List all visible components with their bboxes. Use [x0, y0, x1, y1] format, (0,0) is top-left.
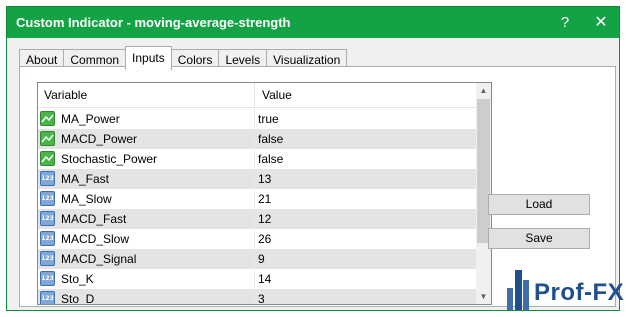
value-column-header[interactable]: Value — [262, 88, 292, 102]
variable-name: MACD_Power — [61, 132, 138, 146]
scroll-up-icon[interactable]: ▲ — [476, 83, 491, 98]
variable-value[interactable]: false — [258, 132, 283, 146]
integer-param-icon: 123 — [40, 271, 55, 286]
tab-strip: About Common Inputs Colors Levels Visualizati… — [19, 45, 348, 70]
boolean-param-icon — [40, 131, 55, 146]
variable-value[interactable]: 13 — [258, 172, 271, 186]
variable-value[interactable]: true — [258, 112, 279, 126]
table-row[interactable]: 123 MACD_Signal 9 — [38, 249, 476, 269]
variable-value[interactable]: 3 — [258, 292, 265, 304]
table-row[interactable]: 123 MACD_Fast 12 — [38, 209, 476, 229]
cell-divider — [254, 269, 255, 289]
inputs-list[interactable]: Variable Value MA_Power true MACD_Power fal… — [37, 82, 492, 305]
variable-name: Sto_D — [61, 292, 95, 305]
integer-param-icon: 123 — [40, 211, 55, 226]
cell-divider — [254, 209, 255, 229]
tab-inputs[interactable]: Inputs — [125, 46, 172, 70]
cell-divider — [254, 289, 255, 304]
integer-param-icon: 123 — [40, 171, 55, 186]
variable-value[interactable]: 14 — [258, 272, 271, 286]
cell-divider — [254, 189, 255, 209]
scroll-down-icon[interactable]: ▼ — [476, 289, 491, 304]
table-row[interactable]: MA_Power true — [38, 109, 476, 129]
table-row[interactable]: Stochastic_Power false — [38, 149, 476, 169]
integer-param-icon: 123 — [40, 291, 55, 304]
cell-divider — [254, 129, 255, 149]
variable-name: Sto_K — [61, 272, 94, 286]
table-row[interactable]: 123 MACD_Slow 26 — [38, 229, 476, 249]
boolean-param-icon — [40, 111, 55, 126]
variable-name: MACD_Signal — [61, 252, 137, 266]
cell-divider — [254, 229, 255, 249]
integer-param-icon: 123 — [40, 251, 55, 266]
list-rows: MA_Power true MACD_Power false Stochastic_Po… — [38, 109, 476, 305]
window-title: Custom Indicator - moving-average-streng… — [16, 15, 291, 30]
variable-value[interactable]: 9 — [258, 252, 265, 266]
variable-value[interactable]: 12 — [258, 212, 271, 226]
variable-name: MA_Fast — [61, 172, 110, 186]
save-button[interactable]: Save — [488, 228, 590, 249]
cell-divider — [254, 249, 255, 269]
variable-column-header[interactable]: Variable — [44, 88, 87, 102]
table-row[interactable]: 123 Sto_K 14 — [38, 269, 476, 289]
cell-divider — [254, 109, 255, 129]
variable-name: MACD_Fast — [61, 212, 127, 226]
boolean-param-icon — [40, 151, 55, 166]
variable-name: MA_Power — [61, 112, 120, 126]
cell-divider — [254, 149, 255, 169]
integer-param-icon: 123 — [40, 231, 55, 246]
table-row[interactable]: 123 Sto_D 3 — [38, 289, 476, 305]
cell-divider — [254, 169, 255, 189]
variable-value[interactable]: 21 — [258, 192, 271, 206]
list-header: Variable Value — [38, 83, 476, 108]
variable-value[interactable]: 26 — [258, 232, 271, 246]
load-button[interactable]: Load — [488, 194, 590, 215]
title-bar: Custom Indicator - moving-average-streng… — [7, 7, 619, 38]
variable-name: Stochastic_Power — [61, 152, 158, 166]
close-button[interactable]: ✕ — [591, 13, 611, 33]
variable-name: MACD_Slow — [61, 232, 130, 246]
integer-param-icon: 123 — [40, 191, 55, 206]
help-button[interactable]: ? — [555, 13, 575, 33]
table-row[interactable]: 123 MA_Fast 13 — [38, 169, 476, 189]
column-divider[interactable] — [254, 83, 255, 107]
prof-fx-logo-text: Prof-FX — [534, 279, 625, 306]
scroll-thumb[interactable] — [477, 99, 490, 243]
variable-value[interactable]: false — [258, 152, 283, 166]
table-row[interactable]: 123 MA_Slow 21 — [38, 189, 476, 209]
table-row[interactable]: MACD_Power false — [38, 129, 476, 149]
variable-name: MA_Slow — [61, 192, 112, 206]
